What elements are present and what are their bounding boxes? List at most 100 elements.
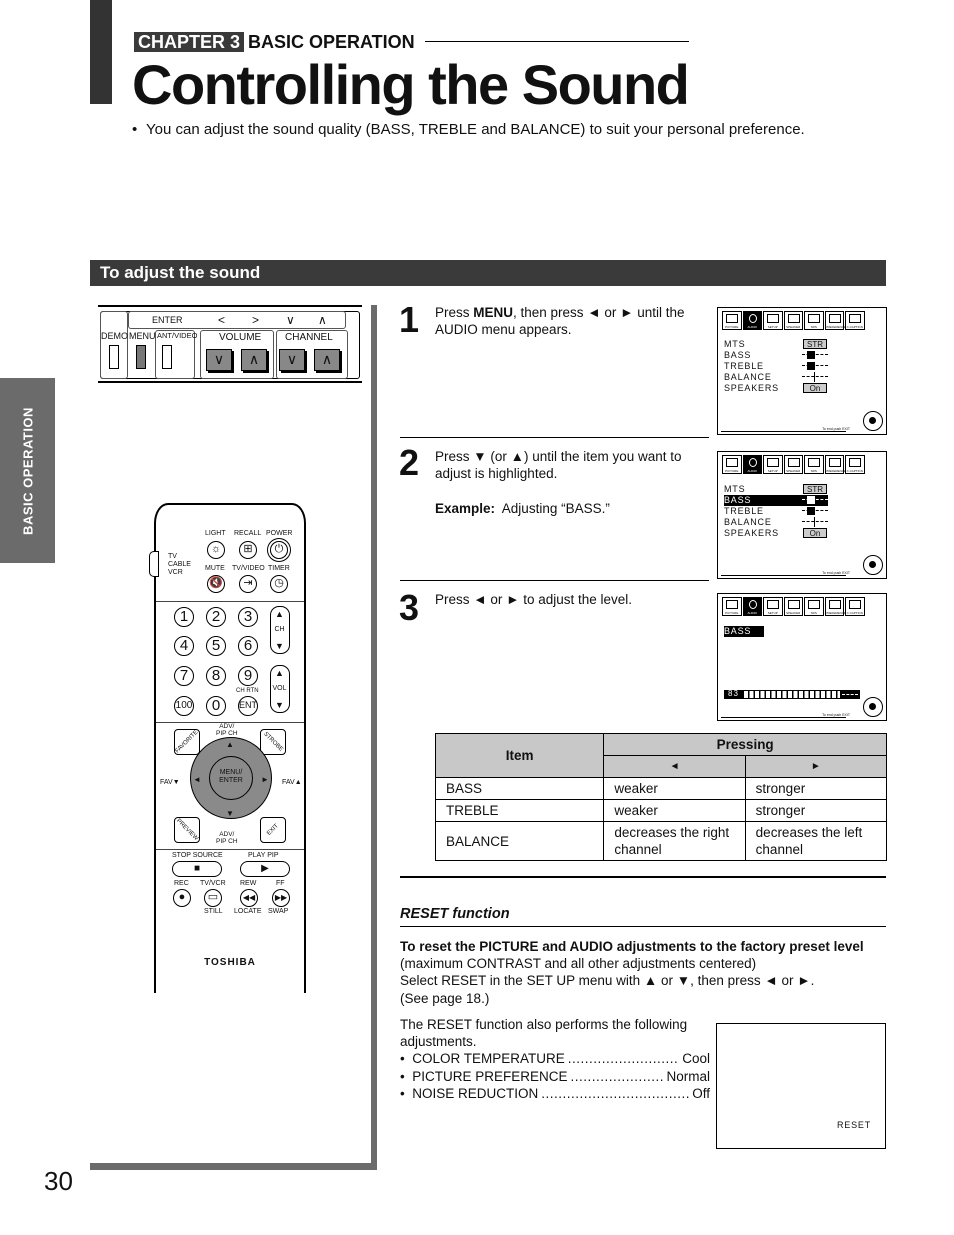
mute-button[interactable]: 🔇 [207, 575, 225, 593]
digit-2-button[interactable]: 2 [206, 607, 226, 627]
digit-100-button[interactable]: 100 [174, 696, 194, 716]
table-row: BALANCE decreases the right channel decr… [434, 821, 888, 861]
exit-button[interactable]: EXIT [260, 817, 286, 843]
bass-level-bar: 83 [724, 689, 860, 699]
menu-enter-button[interactable]: MENU/ ENTER [209, 756, 253, 800]
recall-label: RECALL [234, 530, 262, 537]
volume-up-button[interactable]: ∧ [241, 349, 267, 371]
digit-5-button[interactable]: 5 [206, 636, 226, 656]
digit-8-button[interactable]: 8 [206, 666, 226, 686]
caption-icon: C.CAPTION [845, 311, 865, 330]
list-key: PICTURE PREFERENCE [412, 1068, 568, 1084]
chapter-label: CHAPTER 3 [134, 32, 245, 52]
rec-button[interactable]: ● [173, 889, 191, 907]
switch-label-tv: TV [168, 553, 177, 560]
stop-button[interactable]: ■ [172, 861, 222, 877]
speakers-value: On [803, 383, 827, 393]
reset-heading: RESET function [400, 906, 510, 922]
dpad-up-icon[interactable]: ▲ [226, 740, 234, 749]
ent-button[interactable]: ENT [238, 696, 258, 716]
panel-edge [98, 381, 362, 383]
mute-label: MUTE [205, 565, 225, 572]
digit-4-button[interactable]: 4 [174, 636, 194, 656]
tv-front-panel: ENTER < > ∨ ∧ DEMO MENU ANT/VIDEO VOLUME… [98, 305, 364, 383]
preference-icon: PREFERENCE [824, 597, 846, 616]
preview-label: PREVIEW [175, 818, 199, 842]
digit-3-button[interactable]: 3 [238, 607, 258, 627]
example-label: Example: [435, 501, 496, 516]
preference-icon: PREFERENCE [824, 311, 846, 330]
reset-line-2: (maximum CONTRAST and all other adjustme… [400, 956, 757, 972]
setup-icon: SETUP [763, 311, 783, 330]
favorite-button[interactable]: FAVORITE [174, 729, 200, 755]
bass-level-value: 83 [728, 689, 739, 698]
power-button[interactable]: ⏻ [270, 541, 288, 559]
preview-button[interactable]: PREVIEW [174, 817, 200, 843]
cell-item: BALANCE [434, 821, 605, 861]
brand-logo: TOSHIBA [204, 957, 256, 968]
volume-down-button[interactable]: ∨ [206, 349, 232, 371]
timer-button[interactable]: ◷ [270, 575, 288, 593]
demo-label: DEMO [101, 331, 128, 341]
adv-pip-label-top: ADV/ PIP CH [216, 723, 238, 737]
tv-video-button[interactable]: ⇥ [239, 575, 257, 593]
step-1-text: Press MENU, then press ◄ or ► until the … [435, 304, 705, 338]
mode-switch[interactable] [149, 551, 159, 577]
dpad-left-icon[interactable]: ◄ [193, 775, 201, 784]
setup-icon: SETUP [763, 597, 783, 616]
ch-label: CH [274, 626, 285, 633]
reset-extra: The RESET function also performs the fol… [400, 1016, 710, 1102]
step-2-text: Press ▼ (or ▲) until the item you want t… [435, 449, 682, 481]
ant-video-button[interactable] [162, 345, 172, 369]
recall-button[interactable]: ⊞ [239, 541, 257, 559]
step-2-number: 2 [399, 442, 420, 483]
fav-up-label: FAV▲ [282, 779, 302, 786]
digit-7-button[interactable]: 7 [174, 666, 194, 686]
light-button[interactable]: ☼ [207, 541, 225, 559]
digit-0-button[interactable]: 0 [206, 696, 226, 716]
level-remainder [842, 694, 858, 695]
remote-control: TV CABLE VCR LIGHT RECALL POWER ☼ ⊞ ⏻ MU… [149, 503, 306, 993]
audio-icon: AUDIO [742, 455, 762, 474]
channel-up-button[interactable]: ∧ [314, 349, 340, 371]
reset-screen: RESET [716, 1023, 886, 1149]
cell-right: decreases the left channel [744, 821, 888, 861]
channel-rocker[interactable]: ▲ CH ▼ [270, 606, 290, 654]
play-button[interactable]: ▶ [240, 861, 290, 877]
ff-button[interactable]: ▶▶ [272, 889, 290, 907]
page-title: Controlling the Sound [132, 53, 690, 116]
strobe-button[interactable]: STROBE [260, 729, 286, 755]
volume-rocker[interactable]: ▲ VOL ▼ [270, 665, 290, 713]
frame-right [371, 305, 377, 1170]
mts-value: STR [803, 339, 827, 349]
osd-screen-audio-menu: PICTURE AUDIO SETUP SPEAKER SRS PREFEREN… [717, 307, 887, 435]
stop-source-label: STOP SOURCE [172, 852, 223, 859]
ant-video-label: ANT/VIDEO [157, 331, 198, 340]
side-tab: BASIC OPERATION [0, 378, 55, 563]
dpad-right-icon[interactable]: ► [261, 775, 269, 784]
demo-button[interactable] [109, 345, 119, 369]
channel-down-button[interactable]: ∨ [279, 349, 305, 371]
reset-extra-intro: The RESET function also performs the fol… [400, 1017, 688, 1050]
adv-pip-label-bottom: ADV/ PIP CH [216, 831, 238, 845]
digit-1-button[interactable]: 1 [174, 607, 194, 627]
strobe-label: STROBE [262, 731, 284, 753]
speaker-icon: SPEAKER [783, 311, 803, 330]
menu-button[interactable] [136, 345, 146, 369]
step-divider [400, 437, 709, 438]
digit-6-button[interactable]: 6 [238, 636, 258, 656]
dpad-icon [863, 555, 883, 575]
table-row: BASS weaker stronger [434, 777, 888, 800]
fav-down-label: FAV▼ [160, 779, 180, 786]
switch-label-cable: CABLE [168, 561, 191, 568]
locate-label: LOCATE [234, 908, 262, 915]
digit-9-button[interactable]: 9 [238, 666, 258, 686]
dpad-down-icon[interactable]: ▼ [226, 809, 234, 818]
col-pressing: Pressing [603, 733, 887, 756]
right-arrow-label: > [252, 313, 260, 327]
up-arrow-icon: ▲ [275, 609, 284, 619]
cell-right: stronger [744, 777, 888, 800]
rew-button[interactable]: ◀◀ [240, 889, 258, 907]
srs-icon: SRS [804, 311, 824, 330]
tv-vcr-button[interactable]: ▭ [204, 889, 222, 907]
